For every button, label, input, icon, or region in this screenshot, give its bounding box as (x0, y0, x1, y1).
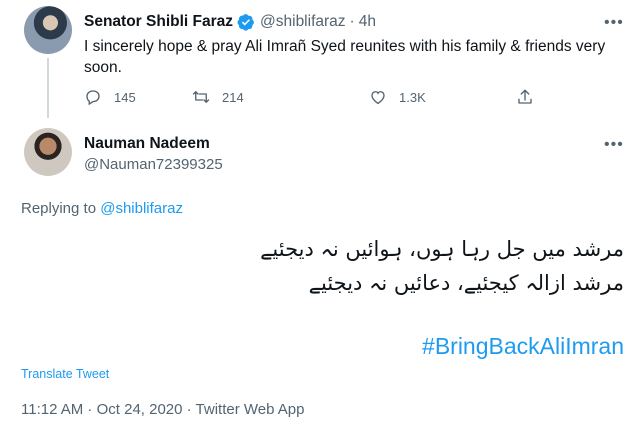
replying-to-link[interactable]: @shiblifaraz (100, 200, 183, 217)
reply-button[interactable]: 145 (84, 88, 136, 106)
retweet-button[interactable]: 214 (192, 88, 244, 106)
like-count: 1.3K (399, 89, 426, 105)
parent-tweet-text: I sincerely hope & pray Ali Imrañ Syed r… (84, 38, 606, 76)
retweet-count: 214 (222, 89, 244, 105)
replying-to-prefix: Replying to (21, 200, 101, 217)
hashtag-link[interactable]: #BringBackAliImran (422, 333, 624, 360)
reply-author-handle[interactable]: @Nauman72399325 (84, 156, 223, 173)
reply-tweet-text: مرشد میں جل رہا ہوں، ہوائیں نہ دیجئیے مر… (24, 232, 624, 300)
separator-dot: · (349, 13, 355, 30)
reply-count: 145 (114, 89, 136, 105)
more-options-icon[interactable]: ••• (604, 136, 624, 154)
tweet-time[interactable]: 4h (359, 13, 376, 31)
author-name[interactable]: Senator Shibli Faraz (84, 13, 233, 31)
reply-author-name[interactable]: Nauman Nadeem (84, 135, 210, 153)
retweet-icon (192, 91, 210, 103)
tweet-action-bar: 145 214 1.3K (84, 88, 544, 110)
tweet-timestamp[interactable]: 11:12 AM · Oct 24, 2020 · Twitter Web Ap… (21, 401, 304, 418)
reply-icon (86, 90, 100, 106)
thread-connector-line (47, 58, 49, 118)
replying-to-line: Replying to @shiblifaraz (21, 200, 183, 217)
parent-tweet-header: Senator Shibli Faraz @shiblifaraz · 4h (84, 12, 376, 32)
heart-icon (371, 91, 385, 105)
more-options-icon[interactable]: ••• (604, 14, 624, 32)
like-button[interactable]: 1.3K (369, 88, 426, 106)
author-handle[interactable]: @shiblifaraz (260, 13, 346, 31)
verified-badge-icon (237, 14, 254, 31)
translate-tweet-link[interactable]: Translate Tweet (21, 367, 109, 381)
avatar[interactable] (24, 6, 72, 54)
share-icon (518, 89, 532, 104)
parent-tweet[interactable]: Senator Shibli Faraz @shiblifaraz · 4h •… (0, 0, 640, 120)
share-button[interactable] (516, 88, 546, 106)
urdu-line-1: مرشد میں جل رہا ہوں، ہوائیں نہ دیجئیے (260, 237, 624, 261)
avatar[interactable] (24, 128, 72, 176)
urdu-line-2: مرشد ازالہ کیجئیے، دعائیں نہ دیجئیے (308, 271, 624, 295)
